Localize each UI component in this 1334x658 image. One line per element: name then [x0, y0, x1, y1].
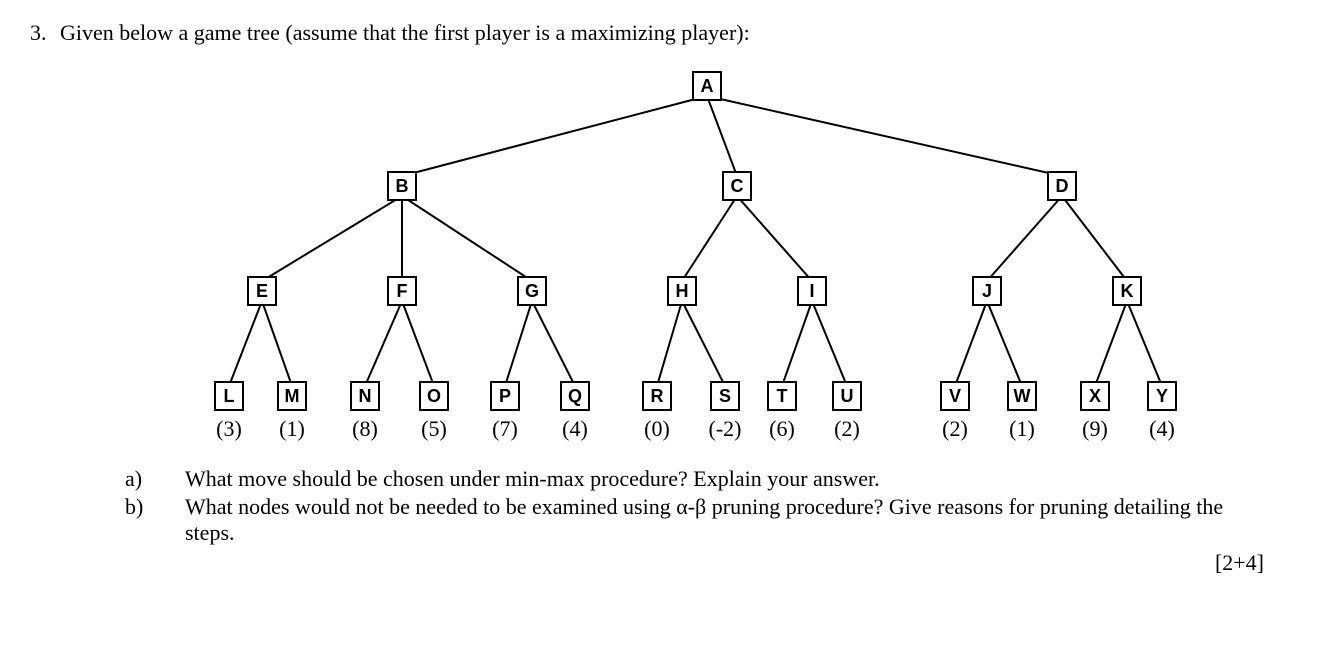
part-a-label: a) [125, 466, 185, 492]
part-b-label: b) [125, 494, 185, 546]
leaf-o: O [419, 381, 449, 411]
leaf-x: X [1080, 381, 1110, 411]
leaf-p: P [490, 381, 520, 411]
value-o: (5) [421, 416, 447, 442]
value-v: (2) [942, 416, 968, 442]
leaf-n: N [350, 381, 380, 411]
node-i: I [797, 276, 827, 306]
leaf-r: R [642, 381, 672, 411]
value-q: (4) [562, 416, 588, 442]
value-l: (3) [216, 416, 242, 442]
game-tree: A B C D E F G H I J K L M N O P Q R S T … [117, 56, 1217, 446]
value-w: (1) [1009, 416, 1035, 442]
node-f: F [387, 276, 417, 306]
value-n: (8) [352, 416, 378, 442]
value-s: (-2) [709, 416, 742, 442]
value-u: (2) [834, 416, 860, 442]
value-y: (4) [1149, 416, 1175, 442]
value-r: (0) [644, 416, 670, 442]
node-c: C [722, 171, 752, 201]
leaf-w: W [1007, 381, 1037, 411]
leaf-u: U [832, 381, 862, 411]
value-m: (1) [279, 416, 305, 442]
leaf-m: M [277, 381, 307, 411]
leaf-t: T [767, 381, 797, 411]
node-e: E [247, 276, 277, 306]
value-p: (7) [492, 416, 518, 442]
part-b: b) What nodes would not be needed to be … [125, 494, 1264, 546]
leaf-y: Y [1147, 381, 1177, 411]
part-b-text: What nodes would not be needed to be exa… [185, 494, 1264, 546]
leaf-q: Q [560, 381, 590, 411]
question-number: 3. [30, 20, 60, 46]
node-b: B [387, 171, 417, 201]
node-h: H [667, 276, 697, 306]
leaf-l: L [214, 381, 244, 411]
value-t: (6) [769, 416, 795, 442]
node-k: K [1112, 276, 1142, 306]
question-header: 3. Given below a game tree (assume that … [30, 20, 1304, 46]
value-x: (9) [1082, 416, 1108, 442]
leaf-v: V [940, 381, 970, 411]
node-g: G [517, 276, 547, 306]
part-a: a) What move should be chosen under min-… [125, 466, 1264, 492]
leaf-s: S [710, 381, 740, 411]
marks-allocation: [2+4] [30, 550, 1264, 576]
question-parts: a) What move should be chosen under min-… [125, 466, 1264, 546]
part-a-text: What move should be chosen under min-max… [185, 466, 1264, 492]
node-j: J [972, 276, 1002, 306]
node-a: A [692, 71, 722, 101]
node-d: D [1047, 171, 1077, 201]
question-stem: Given below a game tree (assume that the… [60, 20, 750, 46]
